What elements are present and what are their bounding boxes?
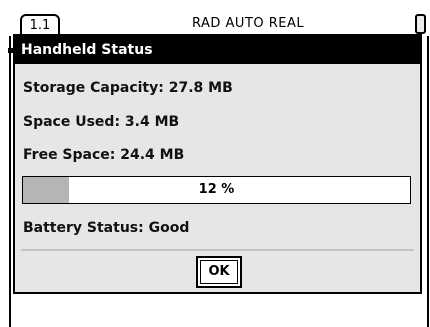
dialog-separator [21, 249, 414, 251]
free-space-text: Free Space: 24.4 MB [23, 147, 185, 163]
handheld-status-dialog: Handheld Status Storage Capacity: 27.8 M… [8, 34, 422, 294]
screen-right-border [427, 36, 429, 327]
battery-status-text: Battery Status: Good [23, 220, 190, 236]
storage-progress-bar: 12 % [22, 176, 411, 204]
battery-icon [415, 14, 426, 34]
top-status-bar: 1.1 RAD AUTO REAL [12, 0, 428, 36]
ok-button[interactable]: OK [196, 256, 242, 288]
screen-left-border [9, 36, 11, 327]
progress-percent-label: 12 % [198, 182, 235, 197]
ok-button-label: OK [200, 260, 238, 284]
titlebar-marker [8, 48, 13, 53]
tab-1-1[interactable]: 1.1 [20, 14, 60, 36]
space-used-text: Space Used: 3.4 MB [23, 114, 180, 130]
storage-capacity-text: Storage Capacity: 27.8 MB [23, 80, 233, 96]
dialog-title: Handheld Status [15, 36, 420, 64]
handheld-screen: 1.1 RAD AUTO REAL Handheld Status Storag… [0, 0, 430, 327]
mode-indicators: RAD AUTO REAL [192, 16, 305, 31]
